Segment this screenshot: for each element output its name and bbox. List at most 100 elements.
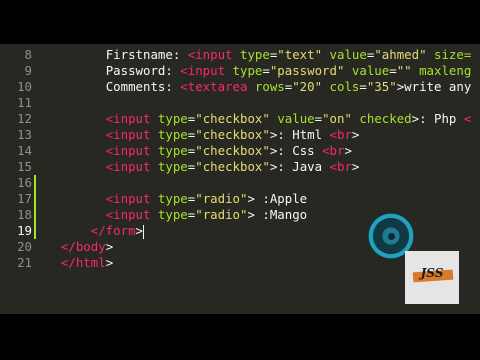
code-text[interactable]: <input type="radio"> :Apple bbox=[46, 191, 307, 207]
code-token-attr: type bbox=[157, 111, 188, 126]
code-token-txt: :Apple bbox=[254, 191, 308, 206]
code-token-str: "password" bbox=[269, 63, 345, 78]
code-token-punc: > bbox=[351, 127, 360, 142]
code-token-punc: > bbox=[344, 143, 352, 158]
code-token-txt: Comments: bbox=[105, 79, 181, 94]
code-text[interactable]: <input type="checkbox">: Java <br> bbox=[46, 159, 360, 175]
code-token-punc: = bbox=[359, 79, 367, 94]
code-line[interactable]: 9 Password: <input type="password" value… bbox=[0, 63, 480, 79]
code-token-attr: cols bbox=[329, 79, 360, 94]
code-text[interactable]: </form> bbox=[46, 223, 144, 239]
code-token-attr: type bbox=[232, 63, 263, 78]
code-line[interactable]: 8 Firstname: <input type="text" value="a… bbox=[0, 47, 480, 63]
code-text[interactable]: <input type="checkbox" value="on" checke… bbox=[46, 111, 472, 127]
code-token-punc: > bbox=[105, 255, 114, 270]
code-token-punc: = bbox=[314, 111, 323, 126]
code-line[interactable]: 10 Comments: <textarea rows="20" cols="3… bbox=[0, 79, 480, 95]
code-text[interactable]: Firstname: <input type="text" value="ahm… bbox=[46, 47, 472, 63]
code-token-str: "checkbox" bbox=[195, 127, 270, 142]
mouse-pointer-dot bbox=[388, 233, 395, 240]
code-token-tag: <br bbox=[329, 159, 352, 174]
code-token-str: "checkbox" bbox=[195, 159, 270, 174]
code-token-str: "radio" bbox=[195, 207, 248, 222]
code-text[interactable]: </html> bbox=[46, 255, 113, 271]
code-token-tag: <input bbox=[187, 47, 233, 62]
code-token-str: "radio" bbox=[195, 191, 248, 206]
code-line[interactable]: 12 <input type="checkbox" value="on" che… bbox=[0, 111, 480, 127]
code-token-tag: <br bbox=[322, 143, 345, 158]
line-number: 17 bbox=[17, 191, 32, 206]
code-line[interactable]: 13 <input type="checkbox">: Html <br> bbox=[0, 127, 480, 143]
code-token-tag: < bbox=[463, 111, 472, 126]
code-text[interactable]: <input type="checkbox">: Css <br> bbox=[46, 143, 352, 159]
code-text[interactable]: <input type="radio"> :Mango bbox=[46, 207, 307, 223]
code-token-str: "checkbox" bbox=[195, 111, 270, 126]
code-text[interactable]: </body> bbox=[46, 239, 113, 255]
code-token-txt: : Java bbox=[277, 159, 330, 174]
line-number: 9 bbox=[24, 63, 32, 78]
code-token-str: "checkbox" bbox=[195, 143, 270, 158]
code-line[interactable]: 16 bbox=[0, 175, 480, 191]
code-token-attr: type bbox=[157, 191, 188, 206]
code-token-str: "35" bbox=[366, 79, 397, 94]
code-line[interactable]: 14 <input type="checkbox">: Css <br> bbox=[0, 143, 480, 159]
line-number: 10 bbox=[17, 79, 32, 94]
code-line[interactable]: 15 <input type="checkbox">: Java <br> bbox=[0, 159, 480, 175]
code-token-str: "ahmed" bbox=[374, 47, 427, 62]
code-token-attr: type bbox=[157, 127, 188, 142]
code-text[interactable]: Password: <input type="password" value="… bbox=[46, 63, 472, 79]
code-token-txt: write any bbox=[404, 79, 472, 94]
code-token-tag: <input bbox=[105, 127, 151, 142]
code-token-str: "" bbox=[396, 63, 412, 78]
code-text[interactable]: Comments: <textarea rows="20" cols="35">… bbox=[46, 79, 472, 95]
code-token-txt: : Css bbox=[277, 143, 323, 158]
code-token-tag: <input bbox=[105, 143, 151, 158]
code-token-attr: rows bbox=[254, 79, 285, 94]
code-token-punc: > bbox=[411, 111, 420, 126]
code-token-attr: type bbox=[157, 159, 188, 174]
text-caret bbox=[143, 224, 144, 239]
code-line[interactable]: 11 bbox=[0, 95, 480, 111]
line-number: 14 bbox=[17, 143, 32, 158]
code-token-attr: type bbox=[239, 47, 270, 62]
line-number: 20 bbox=[17, 239, 32, 254]
modified-line-marker bbox=[34, 207, 36, 223]
code-token-tag: <input bbox=[105, 207, 151, 222]
line-number: 13 bbox=[17, 127, 32, 142]
code-text[interactable]: <input type="checkbox">: Html <br> bbox=[46, 127, 360, 143]
code-token-punc: > bbox=[247, 207, 255, 222]
line-number: 12 bbox=[17, 111, 32, 126]
code-token-attr: maxleng bbox=[419, 63, 472, 78]
code-token-txt: Password: bbox=[105, 63, 181, 78]
code-token-attr: type bbox=[157, 207, 188, 222]
code-token-tag: <input bbox=[105, 191, 151, 206]
code-token-punc: > bbox=[351, 159, 360, 174]
code-token-txt: Firstname: bbox=[105, 47, 188, 62]
line-number: 16 bbox=[17, 175, 32, 190]
code-token-txt: :Mango bbox=[254, 207, 308, 222]
code-token-attr: value bbox=[329, 47, 367, 62]
line-number: 11 bbox=[17, 95, 32, 110]
code-token-txt: : Php bbox=[419, 111, 464, 126]
code-token-tag: </html bbox=[60, 255, 106, 270]
code-token-attr: type bbox=[157, 143, 188, 158]
code-token-str: "on" bbox=[322, 111, 352, 126]
code-line[interactable]: 17 <input type="radio"> :Apple bbox=[0, 191, 480, 207]
modified-line-marker bbox=[34, 175, 36, 191]
